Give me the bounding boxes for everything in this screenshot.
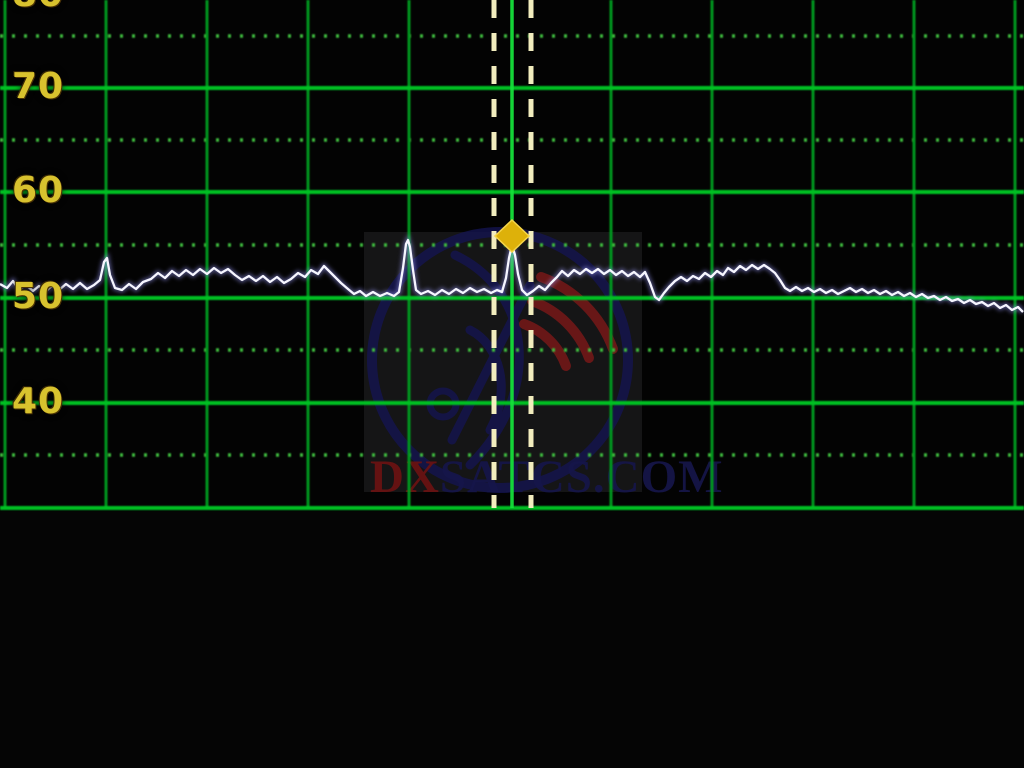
y-axis-label-40: 40 xyxy=(12,381,64,422)
spectrum-analyzer-screen: DXSATCS.COM xyxy=(0,0,1024,768)
readout-panel: Pwr 63.0 dBµV 1681.30 MHz. C/N 2.8 dB Pw… xyxy=(0,512,1024,768)
y-axis-label-50: 50 xyxy=(12,276,64,317)
y-axis-label-80: 80 xyxy=(12,0,64,15)
y-axis-label-60: 60 xyxy=(12,170,64,211)
spectrum-canvas: DXSATCS.COM xyxy=(0,0,1024,512)
y-axis-label-70: 70 xyxy=(12,66,64,107)
watermark-text: DXSATCS.COM xyxy=(370,451,724,503)
spectrum-plot: DXSATCS.COM xyxy=(0,0,1024,512)
dxsatcs-watermark: DXSATCS.COM xyxy=(364,232,724,503)
